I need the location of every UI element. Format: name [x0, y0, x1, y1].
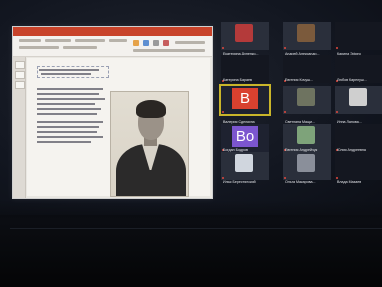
keyboard-area-shadow — [0, 200, 382, 287]
participant-video-thumbnail — [297, 126, 315, 144]
participant-name: Ольга Макарова... — [285, 180, 316, 184]
participant-tile[interactable] — [335, 22, 382, 50]
participant-video-thumbnail — [297, 24, 315, 42]
muted-mic-icon — [284, 111, 286, 113]
participant-name: Евгения Кочуш... — [285, 78, 314, 82]
muted-mic-icon — [336, 177, 338, 179]
muted-mic-icon — [336, 111, 338, 113]
participant-tile[interactable] — [283, 22, 331, 50]
participant-video-thumbnail — [349, 88, 367, 106]
participant-tile[interactable] — [283, 152, 331, 180]
participant-name: Любов Карелуш... — [337, 78, 367, 82]
muted-mic-icon — [284, 47, 286, 49]
participant-avatar-initial: Bo — [232, 126, 258, 147]
participant-tile[interactable] — [335, 152, 382, 180]
participant-video-thumbnail — [235, 24, 253, 42]
participant-tile[interactable]: В — [219, 84, 271, 116]
participant-name: Илья Берестянский — [223, 180, 256, 184]
participant-tile[interactable] — [283, 86, 331, 114]
participant-name: Влада Мазаев — [337, 180, 362, 184]
muted-mic-icon — [222, 47, 224, 49]
participant-video-thumbnail — [297, 88, 315, 106]
muted-mic-icon — [222, 111, 224, 113]
participant-video-thumbnail — [297, 154, 315, 172]
muted-mic-icon — [222, 177, 224, 179]
participant-video-thumbnail — [235, 154, 253, 172]
participant-tile[interactable] — [221, 152, 269, 180]
participant-name: Катерина Бараев — [223, 78, 252, 82]
participant-avatar-initial: В — [232, 88, 258, 109]
participant-gallery: Екатерина Дуненко... Андрей Александр... К… — [0, 0, 382, 200]
participant-tile[interactable] — [221, 22, 269, 50]
screen-bezel-edge — [10, 228, 382, 229]
muted-mic-icon — [336, 47, 338, 49]
muted-mic-icon — [284, 177, 286, 179]
participant-tile[interactable] — [335, 86, 382, 114]
